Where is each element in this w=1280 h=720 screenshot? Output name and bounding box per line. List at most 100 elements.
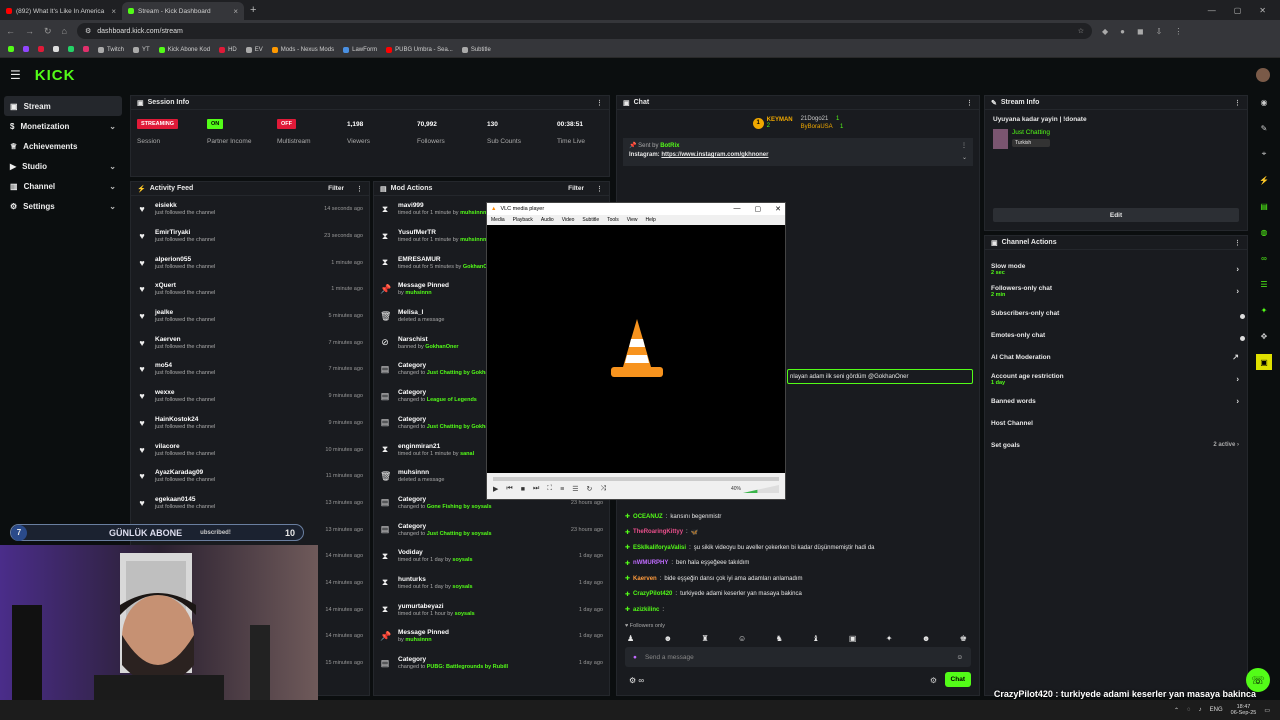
- url-input[interactable]: ⚙ dashboard.kick.com/stream ☆: [76, 23, 1092, 39]
- mic-icon[interactable]: ●: [633, 654, 637, 661]
- emote-icon[interactable]: ♞: [776, 634, 783, 643]
- channel-action-host-channel[interactable]: Host Channel: [985, 412, 1247, 434]
- vlc-menu-item[interactable]: Help: [646, 217, 656, 223]
- next-icon[interactable]: ⏭: [533, 485, 539, 493]
- channel-action-set-goals[interactable]: Set goals 2 active ›: [985, 434, 1247, 456]
- notification-icon[interactable]: ▭: [1264, 707, 1270, 714]
- emote-icon[interactable]: ☻: [922, 634, 930, 643]
- pinned-link[interactable]: https://www.instagram.com/gkhnoner: [661, 152, 768, 158]
- bookmark-star-icon[interactable]: ☆: [1078, 27, 1084, 35]
- category-name[interactable]: Just Chatting: [1012, 129, 1050, 136]
- info-icon[interactable]: ◉: [1256, 94, 1272, 110]
- menu-dots-icon[interactable]: ⋮: [1174, 27, 1182, 36]
- chat-username[interactable]: azizkilinc: [633, 607, 659, 613]
- avatar[interactable]: [1256, 68, 1270, 82]
- bookmark-twitch[interactable]: Twitch: [98, 46, 124, 53]
- chat-username[interactable]: TheRoaringKittyy: [633, 529, 683, 535]
- bookmark-hd[interactable]: HD: [219, 46, 237, 53]
- bookmark-nexus[interactable]: Mods - Nexus Mods: [271, 46, 334, 53]
- channel-action-account-age-restriction[interactable]: Account age restriction 1 day ›: [985, 368, 1247, 390]
- network-icon[interactable]: ◌: [1187, 707, 1191, 713]
- loop-icon[interactable]: ↻: [587, 485, 593, 493]
- back-icon[interactable]: ←: [6, 26, 15, 36]
- kick-logo[interactable]: KICK: [35, 67, 76, 84]
- more-options-icon[interactable]: ⋮: [1234, 99, 1241, 107]
- extension-icon[interactable]: ◆: [1102, 27, 1108, 36]
- settings-icon[interactable]: ≡: [560, 486, 564, 493]
- bookmark-icon[interactable]: [53, 45, 59, 54]
- link-icon[interactable]: ∞: [1256, 250, 1272, 266]
- channel-action-slow-mode[interactable]: Slow mode 2 sec ›: [985, 258, 1247, 280]
- chat-bubble-icon[interactable]: ◍: [1256, 224, 1272, 240]
- emote-icon[interactable]: ▣: [849, 634, 857, 643]
- close-icon[interactable]: ✕: [775, 205, 781, 213]
- channel-action-banned-words[interactable]: Banned words ›: [985, 390, 1247, 412]
- chat-send-button[interactable]: Chat: [944, 672, 971, 687]
- emote-icon[interactable]: ☻: [664, 634, 672, 643]
- mod-action-title[interactable]: Category: [398, 523, 563, 530]
- bookmark-icon[interactable]: [8, 45, 14, 54]
- filter-button[interactable]: Filter: [568, 185, 584, 192]
- mod-action-title[interactable]: yumurtabeyazi: [398, 603, 571, 610]
- chat-username[interactable]: Kaerven: [633, 576, 657, 582]
- username[interactable]: AyazKaradag09: [155, 469, 318, 476]
- chat-username[interactable]: CrazyPilot420: [633, 591, 672, 597]
- bookmark-icon[interactable]: [23, 45, 29, 54]
- tray-chevron-icon[interactable]: ⌃: [1174, 707, 1179, 714]
- emote-icon[interactable]: ♝: [812, 634, 819, 643]
- bookmark-ev[interactable]: EV: [245, 46, 263, 53]
- username[interactable]: alperion055: [155, 256, 323, 263]
- vlc-menu-item[interactable]: Playback: [513, 217, 533, 223]
- chat-username[interactable]: ESkIkaliforyaValisi: [633, 545, 686, 551]
- clock[interactable]: 18:47 06-Sep-25: [1231, 704, 1257, 716]
- shuffle-icon[interactable]: ⤨: [600, 485, 606, 493]
- vlc-menu-item[interactable]: Tools: [607, 217, 619, 223]
- browser-tab-youtube[interactable]: (892) What It's Like In America ×: [0, 2, 122, 20]
- bookmark-lawform[interactable]: LawForm: [343, 46, 377, 53]
- close-tab-icon[interactable]: ×: [233, 7, 238, 16]
- username[interactable]: egekaan0145: [155, 496, 317, 503]
- close-icon[interactable]: ✕: [1259, 6, 1266, 15]
- more-options-icon[interactable]: ⋮: [961, 142, 967, 149]
- scan-icon[interactable]: ⌖: [1256, 146, 1272, 162]
- bookmark-kick-abone[interactable]: Kick Abone Kod: [158, 46, 210, 53]
- channel-action-followers-only-chat[interactable]: Followers-only chat 2 min ›: [985, 280, 1247, 302]
- channel-action-ai-chat-moderation[interactable]: AI Chat Moderation ↗: [985, 346, 1247, 368]
- emote-icon[interactable]: ♟: [627, 634, 634, 643]
- reload-icon[interactable]: ↻: [44, 26, 52, 37]
- hamburger-menu-icon[interactable]: ☰: [10, 68, 21, 82]
- chat-input[interactable]: ● Send a message ☺: [625, 647, 971, 667]
- mod-action-title[interactable]: hunturks: [398, 576, 571, 583]
- minimize-icon[interactable]: —: [734, 205, 741, 213]
- extension-icon[interactable]: ◼: [1137, 27, 1144, 36]
- bookmark-pubg[interactable]: PUBG Umbra - Sea...: [386, 46, 453, 53]
- username[interactable]: eisiekk: [155, 202, 316, 209]
- channel-action-emotes-only-chat[interactable]: Emotes-only chat: [985, 324, 1247, 346]
- pencil-icon[interactable]: ✎: [1256, 120, 1272, 136]
- filter-button[interactable]: Filter: [328, 185, 344, 192]
- sidebar-item-stream[interactable]: ▣ Stream: [4, 96, 122, 116]
- edit-button[interactable]: Edit: [993, 208, 1239, 222]
- new-tab-button[interactable]: +: [250, 4, 256, 16]
- playlist-icon[interactable]: ☰: [572, 485, 578, 493]
- stop-icon[interactable]: ■: [521, 486, 525, 493]
- channel-action-subscribers-only-chat[interactable]: Subscribers-only chat: [985, 302, 1247, 324]
- volume-bar[interactable]: [743, 485, 779, 493]
- document-icon[interactable]: ▤: [1256, 198, 1272, 214]
- browser-tab-kick[interactable]: Stream - Kick Dashboard ×: [122, 2, 244, 20]
- emote-icon[interactable]: ☺: [738, 634, 746, 643]
- username[interactable]: Kaerven: [155, 336, 320, 343]
- bookmark-icon[interactable]: [83, 45, 89, 54]
- emote-icon[interactable]: ✦: [886, 634, 893, 643]
- gear-icon[interactable]: ⚙: [930, 676, 937, 685]
- download-icon[interactable]: ⇩: [1156, 27, 1163, 36]
- emote-icon[interactable]: ♜: [701, 634, 708, 643]
- sidebar-item-settings[interactable]: ⚙ Settings ⌄: [0, 196, 126, 216]
- username[interactable]: jealke: [155, 309, 320, 316]
- play-icon[interactable]: ▶: [493, 485, 498, 493]
- wrench-icon[interactable]: ✦: [1256, 302, 1272, 318]
- vlc-menu-item[interactable]: Video: [562, 217, 575, 223]
- bookmark-yt[interactable]: YT: [133, 46, 150, 53]
- username[interactable]: vilacore: [155, 443, 317, 450]
- chat-username[interactable]: nWMURPHY: [633, 560, 668, 566]
